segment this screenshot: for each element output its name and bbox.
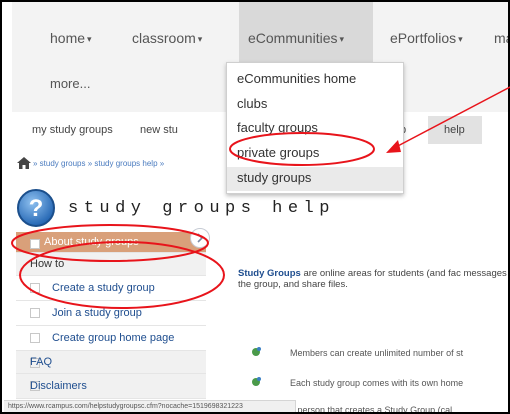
menu-item-clubs[interactable]: clubs [237,96,267,111]
page-title: study groups help [68,199,335,218]
nav-classroom-label: classroom [132,30,196,46]
sidebar-section-how-to[interactable]: How to [16,253,206,276]
nav-ecommunities[interactable]: eCommunities ▾ [248,30,344,46]
bullet-text: Each study group comes with its own home [290,378,464,388]
sidebar-item-label: Create a study group [52,282,155,294]
browser-status-bar: https://www.rcampus.com/helpstudygroupsc… [4,400,296,412]
bullet-text: Members can create unlimited number of s… [290,348,464,358]
help-question-icon: ? [17,189,55,227]
nav-home-label: home [50,30,86,46]
sidebar-item-label: Create group home page [52,332,175,344]
chevron-down-icon: ▾ [87,34,92,44]
checkbox-icon [30,308,40,318]
nav-eportfolios[interactable]: ePortfolios ▾ [390,30,463,46]
nav-ma-label: ma [494,30,508,46]
nav-home[interactable]: home ▾ [50,30,92,46]
bullet-text: e person that creates a Study Group (cal [290,405,453,414]
home-icon[interactable] [17,157,31,169]
help-sidebar: About study groups How to Create a study… [16,232,206,412]
browser-frame: home ▾ classroom ▾ eCommunities ▾ ePortfoli… [0,0,510,414]
sidebar-item-faq[interactable]: FAQ [16,351,206,374]
sidebar-item-label: Disclaimers [30,380,87,392]
menu-item-study-groups[interactable]: study groups [237,170,311,185]
nav-ecommunities-label: eCommunities [248,30,338,46]
collapse-sidebar-icon[interactable] [190,228,210,248]
sidebar-item-label: About study groups [44,236,139,248]
menu-item-faculty-groups[interactable]: faculty groups [237,120,318,135]
subnav-new-study-group[interactable]: new stu [140,124,178,136]
intro-paragraph: Study Groups are online areas for studen… [238,268,508,290]
chevron-down-icon: ▾ [458,34,463,44]
ecommunities-dropdown-menu: eCommunities home clubs faculty groups p… [226,62,404,194]
checkbox-icon [30,283,40,293]
puzzle-icon [252,347,261,356]
menu-item-ecommunities-home[interactable]: eCommunities home [237,71,356,86]
svg-text:?: ? [29,195,44,222]
sidebar-item-label: How to [30,258,65,270]
chevron-down-icon: ▾ [339,34,345,44]
sidebar-item-label: Join a study group [52,307,142,319]
puzzle-icon [252,377,261,386]
nav-eportfolios-label: ePortfolios [390,30,457,46]
sidebar-item-create-group-home-page[interactable]: Create group home page [16,326,206,351]
sidebar-item-disclaimers[interactable]: Disclaimers [16,374,206,399]
nav-ma[interactable]: ma [494,30,508,46]
sidebar-item-join-study-group[interactable]: Join a study group [16,301,206,326]
checkbox-icon [30,333,40,343]
chevron-down-icon: ▾ [197,34,203,44]
subnav-my-study-groups[interactable]: my study groups [32,124,113,136]
nav-classroom[interactable]: classroom ▾ [132,30,202,46]
checkbox-icon [30,239,40,249]
sidebar-item-about[interactable]: About study groups [16,232,206,253]
breadcrumb[interactable]: » study groups » study groups help » [33,159,164,168]
sidebar-item-label: FAQ [30,356,53,368]
nav-more[interactable]: more... [50,76,90,91]
menu-item-private-groups[interactable]: private groups [237,145,319,160]
sidebar-item-create-study-group[interactable]: Create a study group [16,276,206,301]
intro-bold-term: Study Groups [238,268,301,279]
subnav-help[interactable]: help [444,124,465,136]
